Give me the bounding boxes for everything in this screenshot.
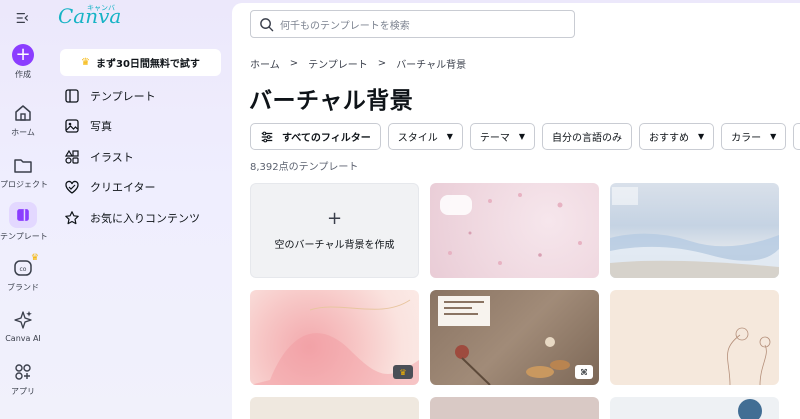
template-card[interactable] xyxy=(430,397,599,419)
collapse-icon xyxy=(16,13,28,23)
subnav-item-templates[interactable]: テンプレート xyxy=(64,86,156,106)
all-filters-button[interactable]: すべてのフィルター xyxy=(250,123,381,150)
crown-icon: ♛ xyxy=(30,253,39,263)
rail-item-apps[interactable]: アプリ xyxy=(0,361,46,397)
template-card[interactable] xyxy=(610,397,779,419)
creator-heart-icon xyxy=(65,180,79,194)
chevron-down-icon: ▼ xyxy=(446,132,453,141)
create-blank-card[interactable]: + 空のバーチャル背景を作成 xyxy=(250,183,419,278)
subnav-label: クリエイター xyxy=(90,181,156,194)
chevron-down-icon: ▼ xyxy=(770,132,777,141)
collage-icon: ⌘ xyxy=(575,365,593,379)
filter-label: 自分の言語のみ xyxy=(552,133,623,144)
filter-label: テーマ xyxy=(479,133,510,144)
photo-icon xyxy=(65,119,79,133)
filter-bar: すべてのフィルター スタイル ▼ テーマ ▼ 自分の言語のみ おすすめ ▼ カラー ▼ … xyxy=(250,123,800,150)
page-title: バーチャル背景 xyxy=(249,88,414,114)
brand-label: ブランド xyxy=(7,283,39,292)
apps-label: アプリ xyxy=(11,387,35,396)
chevron-right-icon: > xyxy=(377,58,387,69)
create-blank-label: 空のバーチャル背景を作成 xyxy=(274,240,395,251)
create-button[interactable]: + 作成 xyxy=(0,44,46,80)
dried-flowers-image xyxy=(438,296,570,385)
template-count: 8,392点のテンプレート xyxy=(250,162,359,173)
chevron-down-icon: ▼ xyxy=(698,132,705,141)
template-icon xyxy=(65,89,79,103)
filter-color[interactable]: カラー ▼ xyxy=(721,123,787,150)
subnav-label: 写真 xyxy=(90,120,112,133)
floral-pattern xyxy=(440,193,582,265)
breadcrumb-current: バーチャル背景 xyxy=(396,60,467,71)
filter-label: すべてのフィルター xyxy=(282,133,371,144)
filter-my-language[interactable]: 自分の言語のみ xyxy=(542,123,633,150)
apps-icon xyxy=(15,364,31,380)
collapse-menu-button[interactable] xyxy=(0,10,46,26)
filter-label: カラー xyxy=(731,133,762,144)
filter-label: スタイル xyxy=(397,133,438,144)
subnav-item-illustrations[interactable]: イラスト xyxy=(64,147,134,167)
filter-funny[interactable]: 面白 xyxy=(793,123,800,150)
plus-icon: + xyxy=(12,44,34,66)
svg-text:co: co xyxy=(20,266,27,273)
filter-style[interactable]: スタイル ▼ xyxy=(387,123,463,150)
subnav-item-creators[interactable]: クリエイター xyxy=(64,177,156,197)
canva-ai-label: Canva AI xyxy=(5,334,41,343)
main-content: 何千ものテンプレートを検索 ホーム > テンプレート > バーチャル背景 バーチ… xyxy=(232,3,800,419)
chevron-right-icon: > xyxy=(289,58,299,69)
breadcrumb: ホーム > テンプレート > バーチャル背景 xyxy=(250,56,466,71)
free-trial-button[interactable]: ♛ まず30日間無料で試す xyxy=(60,49,221,76)
shapes-icon xyxy=(64,149,79,164)
filter-theme[interactable]: テーマ ▼ xyxy=(469,123,536,150)
template-card[interactable] xyxy=(430,183,599,278)
folder-icon xyxy=(14,159,32,173)
plus-icon: + xyxy=(326,208,343,229)
search-icon xyxy=(260,17,274,31)
chevron-down-icon: ▼ xyxy=(518,132,526,141)
home-label: ホーム xyxy=(11,128,35,137)
filter-recommended[interactable]: おすすめ ▼ xyxy=(639,123,715,150)
ocean-wave-image xyxy=(610,187,779,278)
templates-icon-active xyxy=(9,202,37,228)
template-card[interactable] xyxy=(250,397,419,419)
template-card[interactable]: ♛ xyxy=(250,290,419,385)
left-rail: + 作成 ホーム プロジェクト テンプレート ♛ co ブランド Canva A… xyxy=(0,0,48,419)
templates-label: テンプレート xyxy=(0,232,48,241)
create-label: 作成 xyxy=(15,70,31,79)
breadcrumb-home[interactable]: ホーム xyxy=(250,56,280,71)
subnav-item-photos[interactable]: 写真 xyxy=(64,116,112,136)
search-input[interactable]: 何千ものテンプレートを検索 xyxy=(250,10,575,38)
premium-crown-badge: ♛ xyxy=(393,365,413,379)
canva-logo-kana: キャンバ xyxy=(87,4,115,12)
sparkle-icon xyxy=(14,311,32,329)
template-card[interactable] xyxy=(610,290,779,385)
dots-pattern xyxy=(738,399,762,419)
rail-item-templates[interactable]: テンプレート xyxy=(0,202,48,242)
breadcrumb-templates[interactable]: テンプレート xyxy=(308,56,368,71)
rail-item-home[interactable]: ホーム xyxy=(0,102,46,138)
template-card[interactable]: ⌘ xyxy=(430,290,599,385)
template-card[interactable] xyxy=(610,183,779,278)
search-placeholder: 何千ものテンプレートを検索 xyxy=(280,20,410,32)
rail-item-canva-ai[interactable]: Canva AI xyxy=(0,309,46,343)
projects-label: プロジェクト xyxy=(0,180,48,189)
templates-icon xyxy=(17,209,29,221)
star-icon xyxy=(65,211,79,225)
subnav-label: テンプレート xyxy=(90,90,156,103)
home-icon xyxy=(15,105,31,121)
subnav-label: イラスト xyxy=(90,151,134,164)
filter-label: おすすめ xyxy=(649,133,690,144)
free-trial-label: まず30日間無料で試す xyxy=(96,59,200,70)
crown-icon: ♛ xyxy=(81,57,91,68)
filter-sliders-icon xyxy=(261,131,273,142)
line-flower-image xyxy=(727,327,771,385)
subnav-item-favorites[interactable]: お気に入りコンテンツ xyxy=(64,208,200,228)
rail-item-brand[interactable]: ♛ co ブランド xyxy=(0,253,46,293)
subnav-label: お気に入りコンテンツ xyxy=(90,212,200,225)
rail-item-projects[interactable]: プロジェクト xyxy=(0,154,48,190)
